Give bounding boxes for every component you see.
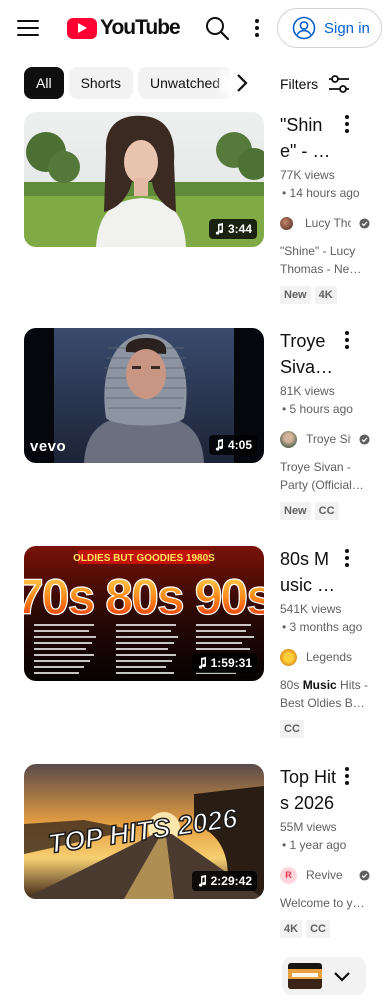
channel-avatar [280,216,293,230]
video-description: Welcome to your playlist [280,896,370,910]
channel-name: Legends [306,650,353,664]
chip-shorts[interactable]: Shorts [68,67,134,99]
video-metadata: 80s Music Hits 541K views 3 months ago L… [280,546,370,738]
badge-cc: CC [280,720,304,738]
chevron-right-icon[interactable] [230,71,254,95]
video-metadata: Troye Sivan - Party 81K views 5 hours ag… [280,328,370,520]
music-note-icon [215,439,223,451]
logo-text: YouTube [100,16,181,39]
verified-icon [359,217,370,229]
duration-text: 1:59:31 [210,656,252,670]
chip-all[interactable]: All [24,67,64,99]
duration-text: 2:29:42 [210,874,252,888]
filters-button[interactable]: Filters [280,70,350,98]
music-note-icon [215,223,223,235]
badge-cc: CC [306,920,330,938]
upload-age: 14 hours ago [280,184,370,202]
youtube-logo[interactable]: YouTube [67,16,181,40]
music-note-icon [198,875,206,887]
badge-row: 4K CC [280,920,370,938]
svg-text:OLDIES BUT GOODIES 1980S: OLDIES BUT GOODIES 1980S [73,553,215,564]
channel-name: Troye Sivan [306,432,351,446]
channel-link[interactable]: Legends [280,648,370,666]
video-item: 3:44 "Shine" - Lucy Thomas 77K views 14 … [0,112,390,312]
duration-badge: 1:59:31 [191,653,257,673]
filters-label: Filters [280,76,319,92]
verified-icon [359,869,370,881]
video-more-options-icon[interactable] [343,112,351,136]
more-options-icon[interactable] [250,16,264,40]
music-note-icon [198,657,206,669]
channel-name: Lucy Thomas [305,216,351,230]
video-title[interactable]: 80s Music Hits [280,546,338,598]
duration-badge: 4:05 [208,435,257,455]
video-more-options-icon[interactable] [343,546,351,570]
sign-in-label: Sign in [324,19,370,37]
channel-avatar: R [280,866,297,884]
video-title[interactable]: Troye Sivan - Party [280,328,338,380]
channel-link[interactable]: Lucy Thomas [280,214,370,232]
description-highlight: Music [302,678,337,692]
video-more-options-icon[interactable] [343,764,351,788]
hamburger-menu-icon[interactable] [14,14,42,42]
video-thumbnail[interactable]: vevo 4:05 [24,328,264,463]
video-metadata: Top Hits 2026 55M views 1 year ago R Rev… [280,764,370,938]
upload-age: 3 months ago [280,618,370,636]
chip-unwatched[interactable]: Unwatched [138,67,233,99]
view-count: 81K views [280,384,335,398]
video-thumbnail[interactable]: 3:44 [24,112,264,247]
video-description: Troye Sivan - Party (Official Music Vide… [280,460,352,492]
channel-name: Revive [306,868,343,882]
video-item: vevo 4:05 Troye Sivan - Party 81K views … [0,328,390,528]
top-app-bar: YouTube Sign in [0,0,390,56]
filter-chip-bar: All Shorts Unwatched [24,67,264,99]
badge-new: New [280,502,311,520]
badge-row: New 4K [280,286,370,304]
video-title[interactable]: "Shine" - Lucy Thomas [280,112,338,164]
badge-4k: 4K [314,286,337,304]
upload-age: 5 hours ago [280,400,370,418]
search-icon[interactable] [204,15,230,41]
account-icon [292,16,316,40]
channel-link[interactable]: R Revive [280,866,370,884]
view-count: 55M views [280,820,337,834]
video-title[interactable]: Top Hits 2026 [280,764,338,816]
video-item: TOP HITS 2026 2:29:42 Top Hits 2026 55M … [0,764,390,964]
vevo-watermark: vevo [30,438,67,455]
description-text: 80s [280,678,303,692]
channel-link[interactable]: Troye Sivan [280,430,370,448]
badge-4k: 4K [280,920,303,938]
view-count: 541K views [280,602,342,616]
video-metadata: "Shine" - Lucy Thomas 77K views 14 hours… [280,112,370,304]
badge-row: New CC [280,502,370,520]
duration-badge: 2:29:42 [191,871,257,891]
badge-cc: CC [314,502,339,520]
video-more-options-icon[interactable] [343,328,351,352]
duration-text: 3:44 [227,222,252,236]
channel-avatar [280,430,297,448]
video-description: "Shine" - Lucy Thomas - New Music [280,244,359,276]
mini-player-thumbnail [288,963,322,989]
upload-age: 1 year ago [280,836,370,854]
duration-badge: 3:44 [208,219,257,239]
video-description: 80s Music Hits - Best Oldies But Goodies [280,676,370,712]
sliders-icon [329,75,350,93]
video-thumbnail[interactable]: TOP HITS 2026 2:29:42 [24,764,264,899]
mini-player[interactable] [282,957,366,995]
play-logo-icon [67,17,97,39]
badge-new: New [280,286,311,304]
channel-avatar [280,648,297,666]
svg-text:70s 80s 90s: 70s 80s 90s [24,569,264,625]
badge-row: CC [280,720,370,738]
chevron-down-icon[interactable] [332,966,352,986]
view-count: 77K views [280,168,335,182]
sign-in-button[interactable]: Sign in [277,8,382,48]
video-thumbnail[interactable]: OLDIES BUT GOODIES 1980S 70s 80s 90s 1:5… [24,546,264,681]
video-item: OLDIES BUT GOODIES 1980S 70s 80s 90s 1:5… [0,546,390,746]
verified-icon [359,433,370,445]
duration-text: 4:05 [227,438,252,452]
